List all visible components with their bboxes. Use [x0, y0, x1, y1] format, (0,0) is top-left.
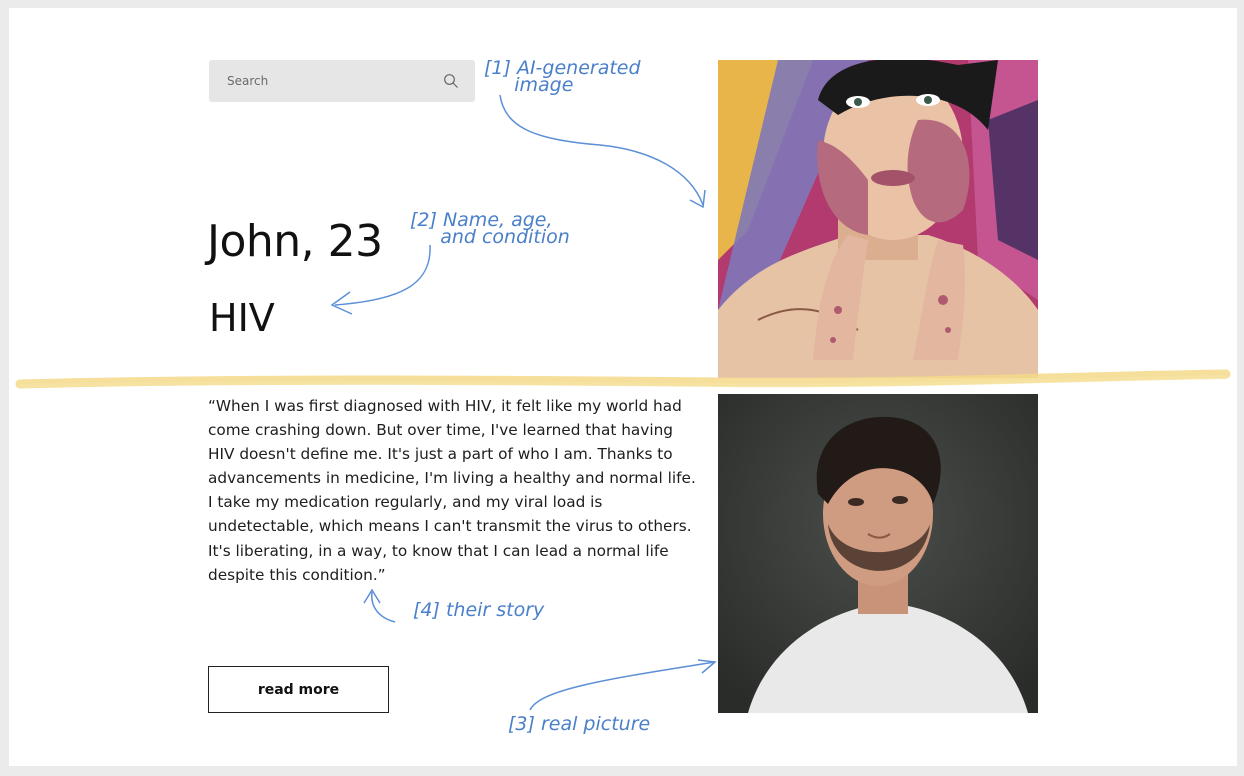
profile-name-age: John, 23: [207, 216, 383, 267]
profile-story: “When I was first diagnosed with HIV, it…: [208, 397, 696, 584]
ai-generated-image: [718, 60, 1038, 378]
search-input[interactable]: [225, 73, 443, 89]
annotation-real-picture: [3] real picture: [508, 713, 651, 735]
page-canvas: [9, 8, 1237, 766]
profile-condition: HIV: [209, 296, 275, 340]
real-picture: [718, 394, 1038, 713]
search-icon[interactable]: [443, 73, 459, 89]
annotation-their-story: [4] their story: [413, 599, 545, 621]
annotation-ai-generated: [1] AI-generated image: [484, 57, 641, 96]
annotation-name-age-condition: [2] Name, age, and condition: [410, 209, 570, 248]
search-bar[interactable]: [209, 60, 475, 102]
read-more-button[interactable]: read more: [208, 666, 389, 713]
